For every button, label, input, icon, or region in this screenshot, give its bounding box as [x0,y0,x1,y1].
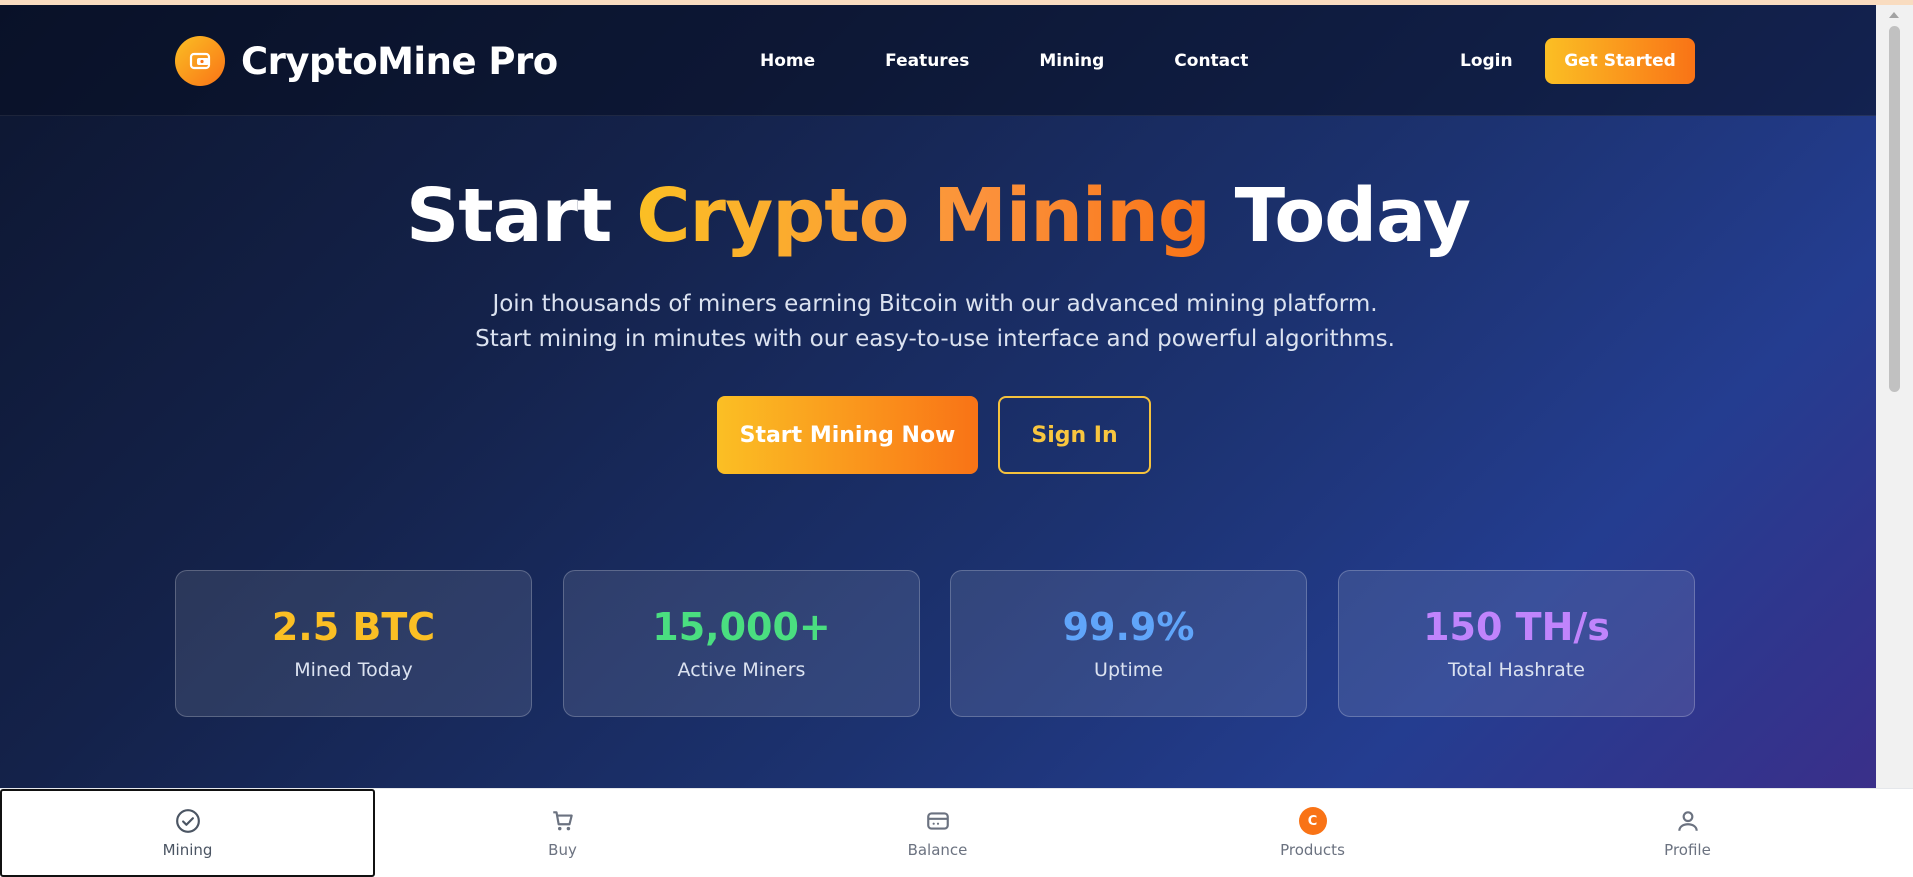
scroll-up-icon[interactable] [1889,12,1899,18]
bottom-nav-label: Profile [1664,841,1711,859]
hero-title-start: Start [405,173,612,259]
header: CryptoMine Pro Home Features Mining Cont… [0,5,1876,116]
bottom-nav-label: Balance [907,841,968,859]
stat-label: Uptime [1094,659,1163,681]
stat-value: 150 TH/s [1423,605,1610,649]
hero-title-highlight: Crypto Mining [636,173,1211,259]
user-icon [1674,807,1702,835]
stat-card-uptime: 99.9% Uptime [950,570,1307,717]
stat-label: Mined Today [294,659,413,681]
bottom-nav: Mining Buy Balance C Products Profile [0,788,1913,877]
stat-label: Total Hashrate [1448,659,1585,681]
stat-card-miners: 15,000+ Active Miners [563,570,920,717]
bottom-nav-label: Buy [548,841,577,859]
bottom-nav-profile[interactable]: Profile [1500,789,1875,877]
start-mining-button[interactable]: Start Mining Now [717,396,978,474]
bottom-nav-balance[interactable]: Balance [750,789,1125,877]
nav-home[interactable]: Home [760,51,815,71]
bottom-nav-label: Mining [162,841,213,859]
stat-value: 99.9% [1062,605,1195,649]
nav-mining[interactable]: Mining [1039,51,1104,71]
get-started-button[interactable]: Get Started [1545,38,1695,84]
stat-label: Active Miners [677,659,806,681]
sign-in-button[interactable]: Sign In [998,396,1151,474]
hero-title-end: Today [1234,173,1471,259]
nav-features[interactable]: Features [885,51,969,71]
stat-value: 2.5 BTC [271,605,436,649]
stat-value: 15,000+ [652,605,831,649]
bottom-nav-buy[interactable]: Buy [375,789,750,877]
hero-subtitle: Join thousands of miners earning Bitcoin… [475,291,1395,352]
hero-title: Start Crypto Mining Today [0,173,1876,259]
wallet-logo-icon [175,36,225,86]
scroll-thumb[interactable] [1889,26,1900,392]
stat-card-hashrate: 150 TH/s Total Hashrate [1338,570,1695,717]
nav-contact[interactable]: Contact [1174,51,1248,71]
bottom-nav-products[interactable]: C Products [1125,789,1500,877]
wallet-icon [924,807,952,835]
products-badge: C [1298,807,1327,835]
scrollbar[interactable] [1876,5,1913,788]
brand-logo[interactable]: CryptoMine Pro [175,36,558,86]
check-circle-icon [174,807,202,835]
login-link[interactable]: Login [1460,51,1513,71]
page: CryptoMine Pro Home Features Mining Cont… [0,5,1876,788]
bottom-nav-mining[interactable]: Mining [0,789,375,877]
coin-badge-icon: C [1298,807,1327,835]
stat-card-mined: 2.5 BTC Mined Today [175,570,532,717]
bottom-nav-label: Products [1280,841,1345,859]
main-nav: Home Features Mining Contact [760,51,1318,71]
brand-name: CryptoMine Pro [241,39,558,83]
cart-icon [549,807,577,835]
